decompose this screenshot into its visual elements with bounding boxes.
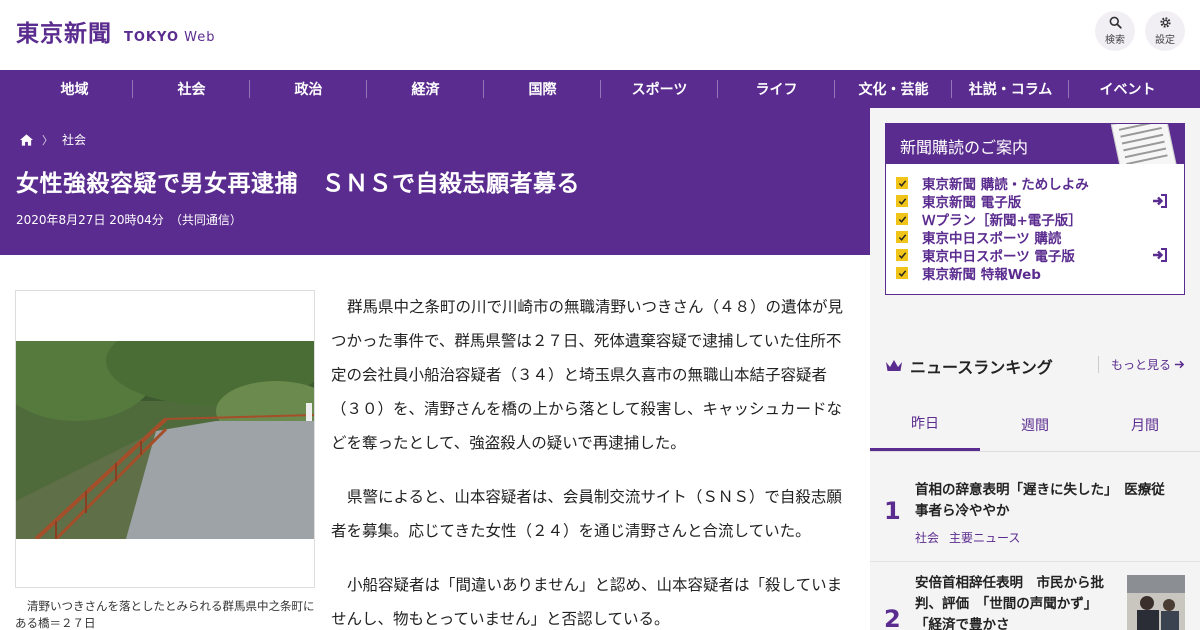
checkmark-icon bbox=[896, 213, 908, 225]
nav-item-events[interactable]: イベント bbox=[1069, 70, 1186, 108]
sidebar: 新聞購読のご案内 東京新聞 購読・ためしよみ 東京新聞 電子版 Ｗプラン［新聞+… bbox=[870, 108, 1200, 630]
ranking-thumbnail bbox=[1127, 575, 1185, 630]
newspaper-icon bbox=[1110, 124, 1178, 164]
article-photo-frame[interactable] bbox=[15, 290, 315, 588]
settings-label: 設定 bbox=[1155, 35, 1175, 46]
nav-item-life[interactable]: ライフ bbox=[718, 70, 835, 108]
article-date: 2020年8月27日 20時04分 bbox=[16, 213, 164, 227]
article-paragraph: 小船容疑者は「間違いありません」と認め、山本容疑者は「殺していませんし、物もとっ… bbox=[331, 576, 843, 628]
home-icon[interactable] bbox=[20, 133, 33, 146]
checkmark-icon bbox=[896, 267, 908, 279]
login-icon[interactable] bbox=[1152, 247, 1168, 263]
search-icon bbox=[1109, 16, 1122, 29]
article-paragraph: 県警によると、山本容疑者は、会員制交流サイト（ＳＮＳ）で自殺志願者を募集。応じて… bbox=[331, 488, 842, 540]
article-title: 女性強殺容疑で男女再逮捕 ＳＮＳで自殺志願者募る bbox=[16, 171, 580, 197]
site-header: 東京新聞 TOKYO Web 検索 設定 bbox=[0, 0, 1200, 70]
rank-number: 2 bbox=[884, 605, 901, 630]
search-button[interactable]: 検索 bbox=[1095, 11, 1135, 51]
article-paragraph: 群馬県中之条町の川で川崎市の無職清野いつきさん（４８）の遺体が見つかった事件で、… bbox=[331, 298, 844, 452]
search-label: 検索 bbox=[1105, 35, 1125, 46]
checkmark-icon bbox=[896, 231, 908, 243]
ranking-more-link[interactable]: もっと見る bbox=[1097, 356, 1185, 373]
ranking-item[interactable]: 2 安倍首相辞任表明 市民から批 判、評価 「世間の声聞かず」 「経済で豊かさ bbox=[870, 563, 1200, 630]
subscription-list: 東京新聞 購読・ためしよみ 東京新聞 電子版 Ｗプラン［新聞+電子版］ 東京中日… bbox=[886, 164, 1184, 283]
article-photo bbox=[16, 341, 314, 539]
ranking-item-title: 首相の辞意表明「遅きに失した」 医療従 事者ら冷ややか bbox=[915, 482, 1165, 519]
ranking-item-tags: 社会 主要ニュース bbox=[915, 529, 1030, 546]
crown-icon bbox=[886, 360, 902, 371]
subscription-heading: 新聞購読のご案内 bbox=[886, 124, 1184, 164]
ranking-tabs: 昨日 週間 月間 bbox=[870, 398, 1200, 452]
tag-link[interactable]: 主要ニュース bbox=[949, 531, 1020, 545]
subscription-item[interactable]: 東京新聞 特報Web bbox=[896, 264, 1184, 283]
article-body: 群馬県中之条町の川で川崎市の無職清野いつきさん（４８）の遺体が見つかった事件で、… bbox=[331, 290, 846, 630]
checkmark-icon bbox=[896, 249, 908, 261]
nav-item-economy[interactable]: 経済 bbox=[367, 70, 484, 108]
ranking-header: ニュースランキング もっと見る bbox=[885, 354, 1185, 378]
article-meta: 2020年8月27日 20時04分 （共同通信） bbox=[16, 211, 242, 228]
nav-item-sports[interactable]: スポーツ bbox=[601, 70, 718, 108]
breadcrumb-separator: 〉 bbox=[42, 133, 53, 147]
tab-weekly[interactable]: 週間 bbox=[980, 398, 1090, 451]
site-logo[interactable]: 東京新聞 TOKYO Web bbox=[16, 14, 215, 48]
article-header: 〉 社会 女性強殺容疑で男女再逮捕 ＳＮＳで自殺志願者募る 2020年8月27日… bbox=[0, 108, 870, 255]
ranking-title: ニュースランキング bbox=[910, 358, 1053, 377]
breadcrumb: 〉 社会 bbox=[20, 131, 86, 148]
logo-japanese: 東京新聞 bbox=[16, 20, 112, 47]
nav-item-region[interactable]: 地域 bbox=[16, 70, 133, 108]
nav-item-editorial[interactable]: 社説・コラム bbox=[952, 70, 1069, 108]
subscription-item[interactable]: 東京中日スポーツ 購読 bbox=[896, 228, 1184, 247]
checkmark-icon bbox=[896, 195, 908, 207]
breadcrumb-category[interactable]: 社会 bbox=[62, 131, 86, 148]
tag-link[interactable]: 社会 bbox=[915, 531, 939, 545]
category-nav: 地域 社会 政治 経済 国際 スポーツ ライフ 文化・芸能 社説・コラム イベン… bbox=[0, 70, 1200, 108]
tab-yesterday[interactable]: 昨日 bbox=[870, 398, 980, 451]
tab-monthly[interactable]: 月間 bbox=[1090, 398, 1200, 451]
nav-item-culture[interactable]: 文化・芸能 bbox=[835, 70, 952, 108]
subscription-item[interactable]: 東京新聞 電子版 bbox=[896, 192, 1184, 211]
photo-caption: 清野いつきさんを落としたとみられる群馬県中之条町にある橋＝２７日 bbox=[15, 599, 315, 630]
subscription-box: 新聞購読のご案内 東京新聞 購読・ためしよみ 東京新聞 電子版 Ｗプラン［新聞+… bbox=[885, 123, 1185, 295]
nav-item-politics[interactable]: 政治 bbox=[250, 70, 367, 108]
ranking-item-title: 安倍首相辞任表明 市民から批 判、評価 「世間の声聞かず」 「経済で豊かさ bbox=[915, 575, 1104, 630]
settings-button[interactable]: 設定 bbox=[1145, 11, 1185, 51]
subscription-item[interactable]: Ｗプラン［新聞+電子版］ bbox=[896, 210, 1184, 229]
subscription-item[interactable]: 東京新聞 購読・ためしよみ bbox=[896, 174, 1184, 193]
article-source: （共同通信） bbox=[169, 213, 242, 227]
logo-english: TOKYO Web bbox=[124, 30, 216, 45]
rank-number: 1 bbox=[884, 497, 901, 525]
nav-item-international[interactable]: 国際 bbox=[484, 70, 601, 108]
ranking-item[interactable]: 1 首相の辞意表明「遅きに失した」 医療従 事者ら冷ややか 社会 主要ニュース bbox=[870, 452, 1200, 562]
subscription-item[interactable]: 東京中日スポーツ 電子版 bbox=[896, 246, 1184, 265]
nav-item-society[interactable]: 社会 bbox=[133, 70, 250, 108]
login-icon[interactable] bbox=[1152, 193, 1168, 209]
gear-icon bbox=[1159, 17, 1171, 28]
checkmark-icon bbox=[896, 177, 908, 189]
arrow-right-icon bbox=[1174, 360, 1185, 369]
